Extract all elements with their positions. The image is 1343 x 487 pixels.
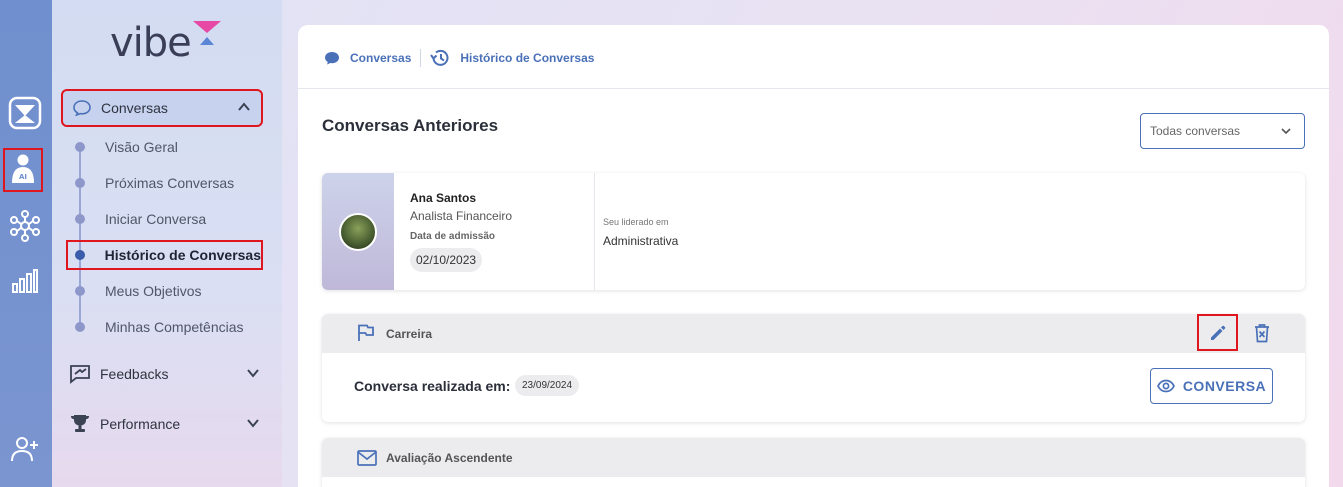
breadcrumb: Conversas Histórico de Conversas [324,48,594,68]
bullet [75,214,85,224]
bullet [75,250,85,260]
sidebar-group-label: Conversas [101,100,168,116]
history-icon [430,49,450,67]
ai-assistant-icon[interactable]: AI [3,148,43,192]
delete-button[interactable] [1249,320,1275,346]
sidebar-item-minhas-competencias[interactable]: Minhas Competências [74,316,244,338]
profile-card: Ana Santos Analista Financeiro Data de a… [322,173,1305,290]
bar-chart-icon[interactable] [6,262,44,300]
led-value: Administrativa [603,234,679,248]
svg-text:AI: AI [19,173,27,181]
sidebar-group-conversas[interactable]: Conversas [61,89,263,127]
conversation-label: Conversa realizada em: [354,378,511,394]
card-header: Carreira [322,314,1305,353]
conversation-card-carreira: Carreira Conversa realizada em: 23/09/20… [322,314,1305,422]
conversation-date-badge: 23/09/2024 [515,375,580,396]
bullet [75,178,85,188]
breadcrumb-item-conversas[interactable]: Conversas [350,51,411,65]
sidebar: vibe Conversas Visão Geral Próximas Conv… [52,0,282,487]
chevron-down-icon [246,416,260,435]
divider [594,173,595,290]
sidebar-item-historico-de-conversas[interactable]: Histórico de Conversas [66,240,263,270]
inbox-icon[interactable] [6,94,44,132]
sidebar-item-label: Próximas Conversas [105,175,235,191]
admission-label: Data de admissão [410,231,496,242]
sidebar-item-label: Visão Geral [105,139,178,155]
sidebar-item-label: Meus Objetivos [105,283,202,299]
chevron-up-icon [237,100,251,119]
chat-bubble-icon [324,51,340,65]
card-title: Avaliação Ascendente [386,451,513,465]
bullet [75,322,85,332]
avatar [339,212,377,251]
led-label: Seu liderado em [603,217,669,227]
profile-name: Ana Santos [410,191,477,205]
logo: vibe [110,20,192,66]
edit-button[interactable] [1197,314,1238,351]
sidebar-item-proximas-conversas[interactable]: Próximas Conversas [74,172,234,194]
bullet [75,286,85,296]
chat-bubble-icon [73,100,91,116]
logo-mark-icon [192,20,222,51]
conversation-card-avaliacao-ascendente: Avaliação Ascendente [322,438,1305,487]
breadcrumb-separator [420,49,422,67]
mail-icon [357,450,377,471]
bullet [75,142,85,152]
select-value: Todas conversas [1150,124,1241,138]
sidebar-group-label: Feedbacks [100,366,169,382]
pencil-icon [1208,323,1228,343]
chevron-down-icon [1280,125,1292,140]
flag-icon [357,324,375,347]
sidebar-item-visao-geral[interactable]: Visão Geral [74,136,178,158]
sidebar-group-performance[interactable]: Performance [64,407,270,441]
sidebar-group-feedbacks[interactable]: Feedbacks [64,357,270,391]
trash-icon [1254,323,1270,343]
icon-rail: AI [0,0,52,487]
sidebar-group-label: Performance [100,416,181,432]
breadcrumb-item-historico[interactable]: Histórico de Conversas [460,51,594,65]
button-label: CONVERSA [1182,378,1267,394]
sidebar-item-label: Histórico de Conversas [104,247,261,263]
network-icon[interactable] [6,207,44,245]
sidebar-item-iniciar-conversa[interactable]: Iniciar Conversa [74,208,206,230]
sidebar-item-meus-objetivos[interactable]: Meus Objetivos [74,280,201,302]
profile-picture-panel [322,173,394,290]
card-title: Carreira [386,327,433,341]
trophy-icon [70,414,90,434]
view-conversation-button[interactable]: CONVERSA [1150,368,1273,404]
feedback-icon [69,364,91,384]
sidebar-item-label: Minhas Competências [105,319,244,335]
divider [298,88,1329,89]
sidebar-item-label: Iniciar Conversa [105,211,207,227]
conversation-filter-select[interactable]: Todas conversas [1140,113,1305,149]
page-title: Conversas Anteriores [322,116,499,135]
eye-icon [1156,379,1175,393]
main-panel: Conversas Histórico de Conversas Convers… [298,25,1329,487]
card-header: Avaliação Ascendente [322,438,1305,477]
chevron-down-icon [246,366,260,385]
add-user-icon[interactable] [6,430,44,468]
profile-role: Analista Financeiro [410,209,513,223]
admission-date-badge: 02/10/2023 [410,248,483,272]
